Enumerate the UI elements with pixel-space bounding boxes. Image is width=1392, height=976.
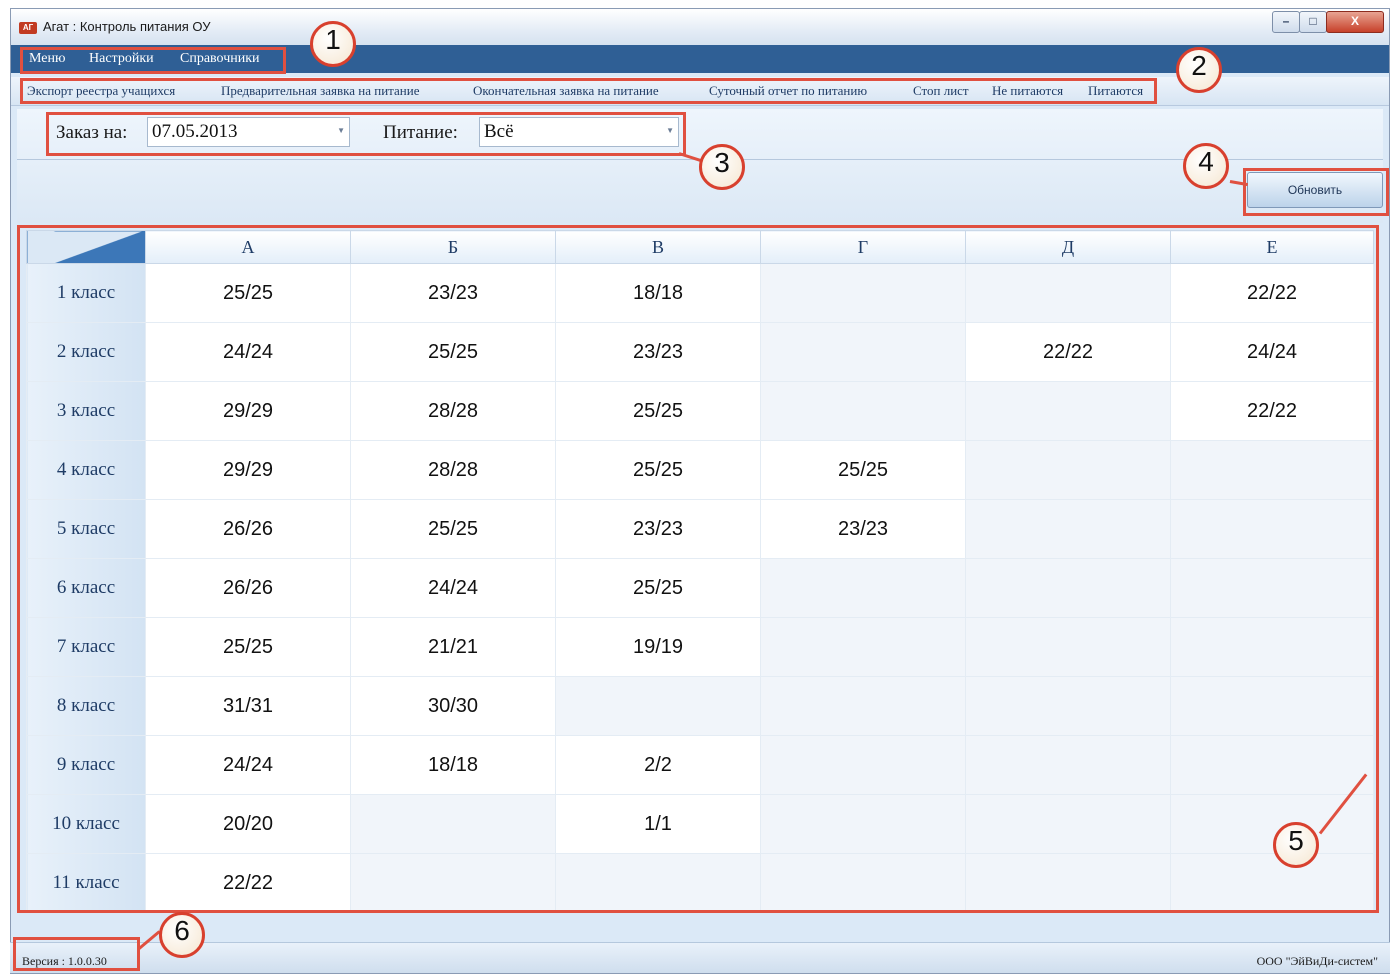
callout-6: 6 [159, 912, 205, 958]
close-button[interactable]: X [1326, 11, 1384, 33]
status-bar: Версия : 1.0.0.30 ООО "ЭйВиДи-систем" [10, 942, 1390, 973]
app-logo-icon: АГ [19, 22, 37, 34]
callout-5: 5 [1273, 822, 1319, 868]
highlight-box-refresh [1243, 168, 1389, 216]
callout-4: 4 [1183, 143, 1229, 189]
callout-2: 2 [1176, 47, 1222, 93]
company-label: ООО "ЭйВиДи-систем" [1256, 954, 1378, 968]
highlight-box-toolbar [20, 78, 1157, 104]
window-title: Агат : Контроль питания ОУ [43, 19, 211, 34]
highlight-box-grid [17, 225, 1379, 913]
minimize-button[interactable]: – [1272, 11, 1300, 33]
highlight-box-filters [46, 112, 686, 156]
callout-3: 3 [699, 144, 745, 190]
callout-1: 1 [310, 21, 356, 67]
highlight-box-menu [20, 47, 286, 74]
maximize-button[interactable]: □ [1299, 11, 1327, 33]
title-bar: АГ Агат : Контроль питания ОУ – □ X [11, 9, 1389, 45]
highlight-box-version [13, 937, 140, 971]
